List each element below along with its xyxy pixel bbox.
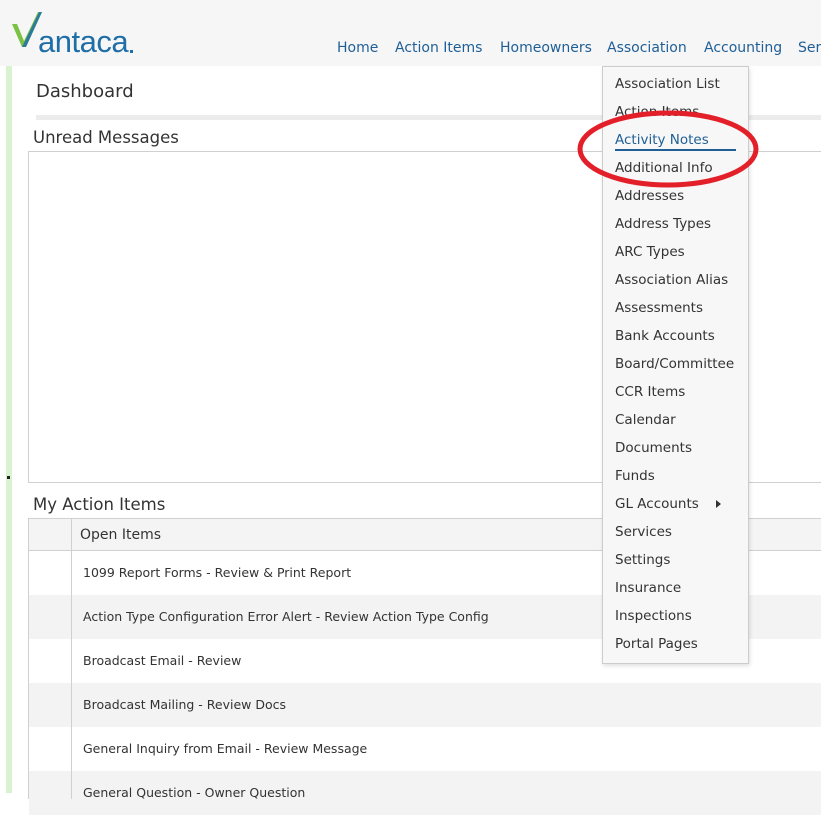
sidebar-toggle-handle[interactable] xyxy=(7,476,10,479)
menu-item-documents[interactable]: Documents xyxy=(615,440,692,456)
menu-item-inspections[interactable]: Inspections xyxy=(615,608,692,624)
row-text[interactable]: General Inquiry from Email - Review Mess… xyxy=(83,741,367,756)
nav-homeowners[interactable]: Homeowners xyxy=(500,40,592,56)
row-text[interactable]: Broadcast Mailing - Review Docs xyxy=(83,697,286,712)
action-items-title: My Action Items xyxy=(33,495,166,514)
row-text[interactable]: Broadcast Email - Review xyxy=(83,653,241,668)
menu-item-bank-accounts[interactable]: Bank Accounts xyxy=(615,328,715,344)
menu-item-gl-accounts[interactable]: GL Accounts xyxy=(615,496,699,512)
nav-home[interactable]: Home xyxy=(337,40,378,56)
column-divider xyxy=(71,519,72,799)
menu-item-address-types[interactable]: Address Types xyxy=(615,216,711,232)
top-bar: antaca Home Action Items Homeowners Asso… xyxy=(0,0,821,66)
menu-item-board-committee[interactable]: Board/Committee xyxy=(615,356,734,372)
nav-services[interactable]: Ser xyxy=(798,40,821,56)
menu-item-services[interactable]: Services xyxy=(615,524,672,540)
table-row[interactable]: General Inquiry from Email - Review Mess… xyxy=(29,727,821,771)
menu-item-addresses[interactable]: Addresses xyxy=(615,188,684,204)
highlight-circle-annotation xyxy=(577,110,759,188)
menu-item-settings[interactable]: Settings xyxy=(615,552,670,568)
row-text[interactable]: 1099 Report Forms - Review & Print Repor… xyxy=(83,565,351,580)
menu-item-portal-pages[interactable]: Portal Pages xyxy=(615,636,698,652)
unread-messages-title: Unread Messages xyxy=(33,128,179,147)
menu-item-funds[interactable]: Funds xyxy=(615,468,655,484)
nav-association[interactable]: Association xyxy=(607,40,687,56)
logo-text: antaca xyxy=(38,24,129,59)
row-text[interactable]: Action Type Configuration Error Alert - … xyxy=(83,609,489,624)
logo-dot xyxy=(130,50,133,53)
menu-item-arc-types[interactable]: ARC Types xyxy=(615,244,685,260)
left-sidebar-rail xyxy=(6,66,12,793)
nav-action-items[interactable]: Action Items xyxy=(395,40,482,56)
vantaca-logo[interactable]: antaca xyxy=(10,10,140,59)
menu-item-assessments[interactable]: Assessments xyxy=(615,300,703,316)
menu-item-calendar[interactable]: Calendar xyxy=(615,412,676,428)
table-row[interactable]: General Question - Owner Question xyxy=(29,771,821,815)
menu-item-association-alias[interactable]: Association Alias xyxy=(615,272,728,288)
submenu-arrow-icon xyxy=(716,500,721,508)
nav-accounting[interactable]: Accounting xyxy=(704,40,782,56)
menu-item-ccr-items[interactable]: CCR Items xyxy=(615,384,685,400)
menu-item-association-list[interactable]: Association List xyxy=(615,76,720,92)
open-items-header[interactable]: Open Items xyxy=(80,527,161,543)
table-row[interactable]: Broadcast Mailing - Review Docs xyxy=(29,683,821,727)
menu-item-insurance[interactable]: Insurance xyxy=(615,580,681,596)
page-title: Dashboard xyxy=(36,81,134,102)
